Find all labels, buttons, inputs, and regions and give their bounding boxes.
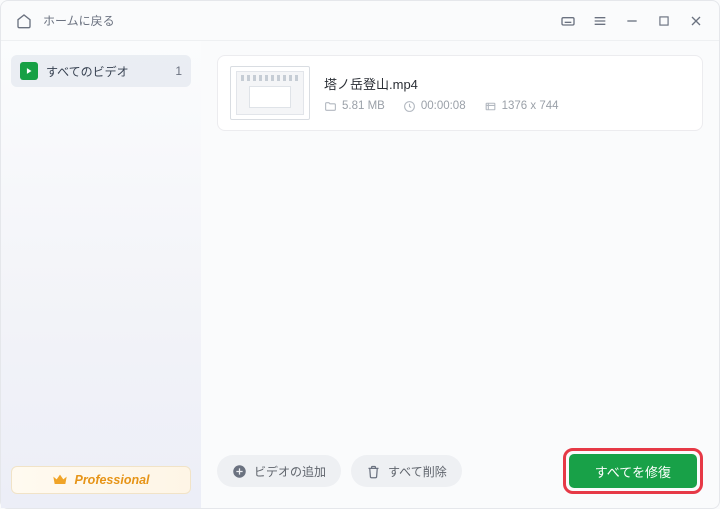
repair-all-button[interactable]: すべてを修復 — [569, 454, 697, 488]
file-info: 塔ノ岳登山.mp4 5.81 MB 00:00:08 1376 x 744 — [324, 74, 690, 113]
sidebar-list: すべてのビデオ 1 — [11, 55, 191, 466]
clock-icon — [403, 100, 416, 113]
file-duration: 00:00:08 — [421, 100, 466, 112]
file-name: 塔ノ岳登山.mp4 — [324, 74, 690, 93]
file-thumbnail — [230, 66, 310, 120]
plus-circle-icon — [232, 464, 247, 479]
titlebar: ホームに戻る — [1, 1, 719, 41]
content: すべてのビデオ 1 Professional 塔ノ岳登山.mp4 5.81 — [1, 41, 719, 508]
file-area: 塔ノ岳登山.mp4 5.81 MB 00:00:08 1376 x 744 — [217, 55, 703, 436]
professional-label: Professional — [74, 473, 149, 487]
file-dimensions-meta: 1376 x 744 — [484, 100, 559, 113]
video-icon — [20, 62, 38, 80]
close-icon[interactable] — [687, 12, 705, 30]
sidebar-item-label: すべてのビデオ — [46, 63, 167, 80]
home-label[interactable]: ホームに戻る — [43, 12, 115, 29]
remove-all-button[interactable]: すべて削除 — [351, 455, 462, 487]
sidebar-item-count: 1 — [175, 64, 182, 78]
titlebar-left: ホームに戻る — [15, 12, 549, 30]
add-video-button[interactable]: ビデオの追加 — [217, 455, 341, 487]
professional-badge[interactable]: Professional — [11, 466, 191, 494]
home-icon[interactable] — [15, 12, 33, 30]
file-card[interactable]: 塔ノ岳登山.mp4 5.81 MB 00:00:08 1376 x 744 — [217, 55, 703, 131]
file-size: 5.81 MB — [342, 100, 385, 112]
folder-icon — [324, 100, 337, 113]
file-size-meta: 5.81 MB — [324, 100, 385, 113]
menu-icon[interactable] — [591, 12, 609, 30]
sidebar-item-all-videos[interactable]: すべてのビデオ 1 — [11, 55, 191, 87]
file-duration-meta: 00:00:08 — [403, 100, 466, 113]
keyboard-icon[interactable] — [559, 12, 577, 30]
repair-all-label: すべてを修復 — [595, 462, 671, 481]
trash-icon — [366, 464, 381, 479]
main: 塔ノ岳登山.mp4 5.81 MB 00:00:08 1376 x 744 — [201, 41, 719, 508]
footer: ビデオの追加 すべて削除 すべてを修復 — [217, 436, 703, 494]
file-dimensions: 1376 x 744 — [502, 100, 559, 112]
maximize-icon[interactable] — [655, 12, 673, 30]
crown-icon — [52, 472, 68, 488]
remove-all-label: すべて削除 — [388, 463, 447, 480]
add-video-label: ビデオの追加 — [254, 463, 326, 480]
repair-button-highlight: すべてを修復 — [563, 448, 703, 494]
minimize-icon[interactable] — [623, 12, 641, 30]
sidebar: すべてのビデオ 1 Professional — [1, 41, 201, 508]
dimensions-icon — [484, 100, 497, 113]
file-meta: 5.81 MB 00:00:08 1376 x 744 — [324, 100, 690, 113]
titlebar-right — [559, 12, 705, 30]
